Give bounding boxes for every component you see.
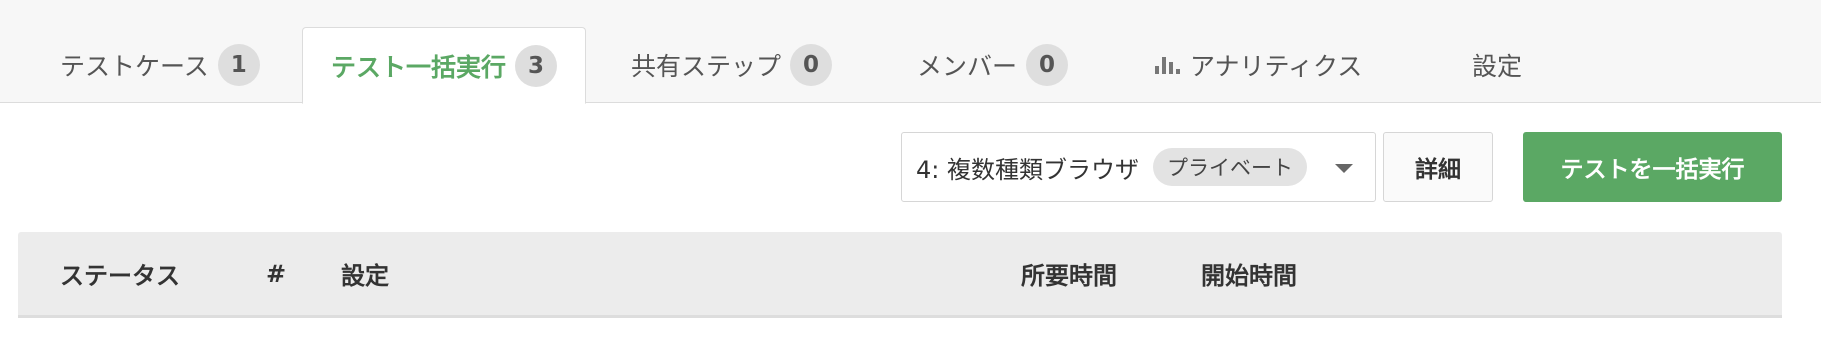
visibility-badge: プライベート [1152,148,1307,186]
column-header-duration[interactable]: 所要時間 [1021,232,1117,315]
tab-label: テストケース [60,52,209,81]
column-header-status[interactable]: ステータス [60,232,180,315]
column-header-settings[interactable]: 設定 [341,232,389,315]
table-header: ステータス # 設定 所要時間 開始時間 [18,232,1782,318]
details-button[interactable]: 詳細 [1383,132,1493,202]
tab-label: 共有ステップ [631,52,782,81]
chevron-down-icon [1335,164,1353,173]
tab-test-runs[interactable]: テスト一括実行 3 [302,27,587,104]
tab-label: テスト一括実行 [331,52,507,82]
tab-settings[interactable]: 設定 [1472,27,1522,103]
tab-shared-steps[interactable]: 共有ステップ 0 [631,27,833,103]
tab-analytics[interactable]: アナリティクス [1155,27,1362,103]
bar-chart-icon [1155,56,1180,74]
test-run-select[interactable]: 4: 複数種類ブラウザ プライベート [901,132,1376,202]
column-header-start-time[interactable]: 開始時間 [1201,232,1297,315]
count-badge: 3 [515,44,558,87]
column-header-number[interactable]: # [266,232,286,315]
tab-test-cases[interactable]: テストケース 1 [60,27,260,103]
tab-label: メンバー [917,52,1018,81]
tab-label: アナリティクス [1190,52,1363,81]
tab-bar: テストケース 1 テスト一括実行 3 共有ステップ 0 メンバー 0 アナリティ… [0,0,1821,104]
count-badge: 0 [1026,44,1069,86]
selected-run-label: 4: 複数種類ブラウザ [916,155,1139,184]
count-badge: 1 [217,44,260,86]
count-badge: 0 [790,44,833,86]
tab-label: 設定 [1472,52,1523,81]
tab-members[interactable]: メンバー 0 [917,27,1069,103]
run-tests-button[interactable]: テストを一括実行 [1523,132,1782,202]
